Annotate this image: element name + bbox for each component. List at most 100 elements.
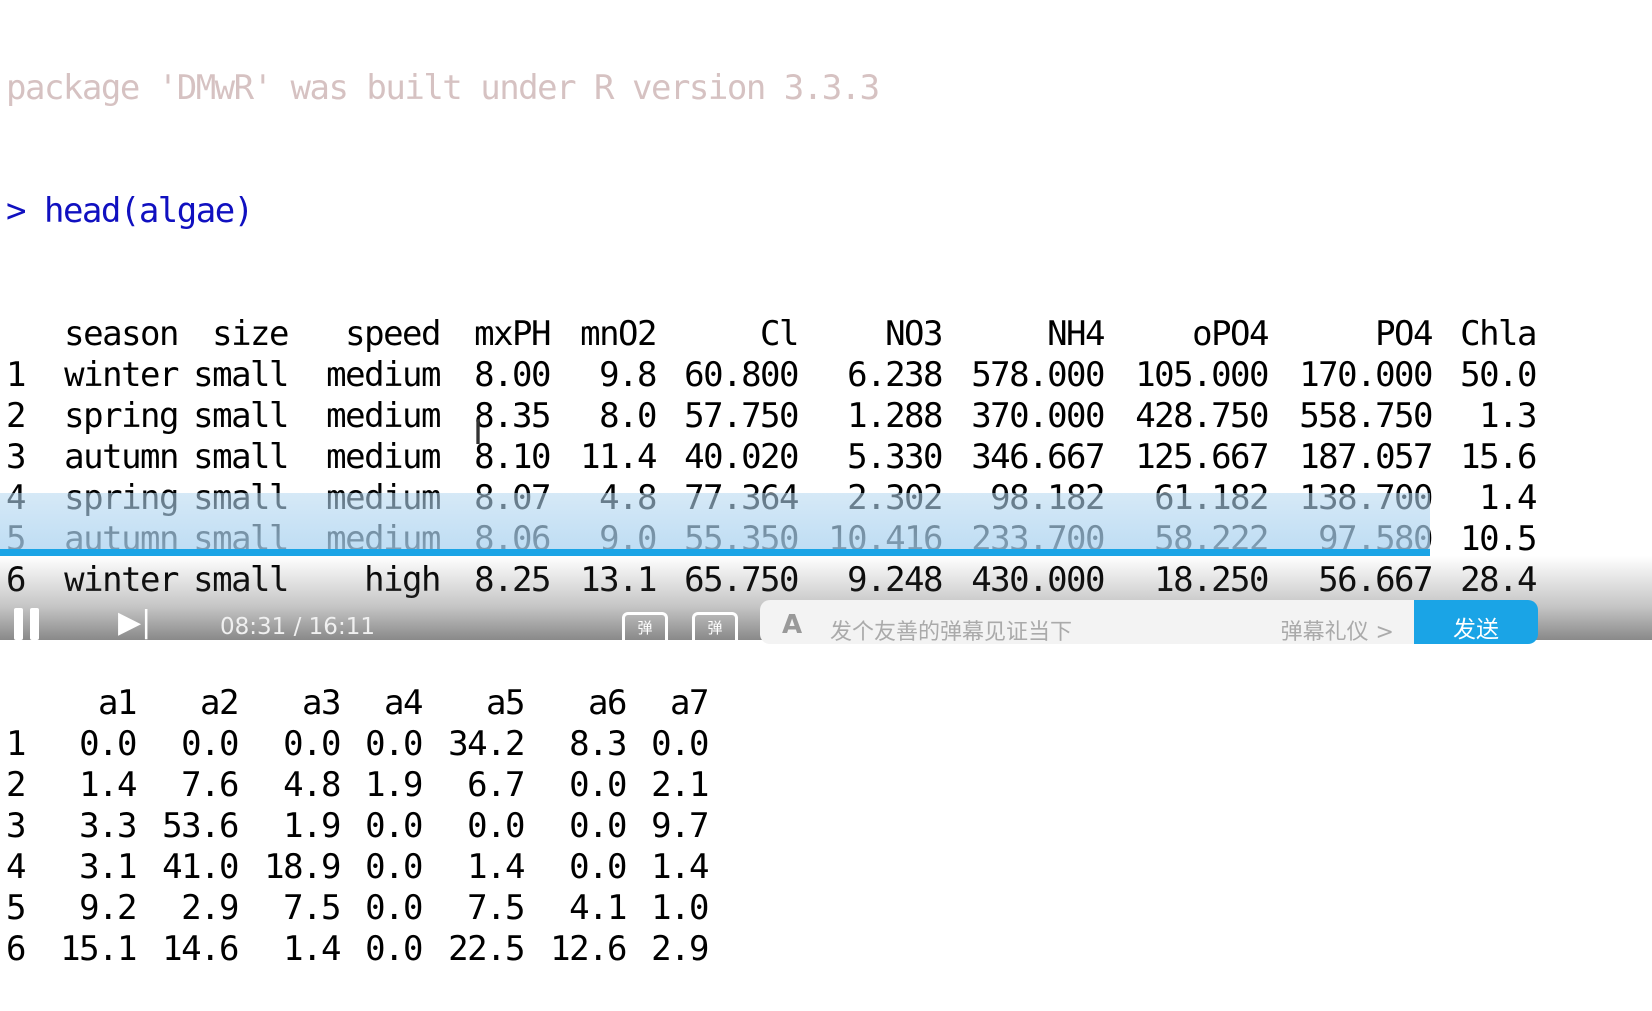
table-cell: 2.9 (651, 929, 709, 969)
danmu-etiquette-link[interactable]: 弹幕礼仪 > (1281, 614, 1394, 646)
table-row: 3 3.3 53.6 1.9 0.0 0.0 0.0 9.7 (6, 806, 1536, 847)
table-cell: 7.5 (283, 888, 341, 928)
command-text: head(algae) (43, 191, 254, 231)
table-cell: 0.0 (651, 724, 709, 764)
row-index: 5 (6, 888, 26, 928)
table-cell: 57.750 (684, 396, 799, 436)
table-cell: 18.9 (264, 847, 341, 887)
table-cell: 1.4 (467, 847, 525, 887)
table-cell: 558.750 (1299, 396, 1433, 436)
table-cell: 7.5 (467, 888, 525, 928)
table-cell: 34.2 (448, 724, 525, 764)
table-cell: 0.0 (79, 724, 137, 764)
row-index: 1 (6, 355, 26, 395)
pause-icon[interactable] (14, 608, 42, 640)
faded-output-line: package 'DMwR' was built under R version… (6, 68, 880, 108)
column-header: oPO4 (1192, 314, 1269, 354)
table-cell: 0.0 (365, 847, 423, 887)
row-index: 1 (6, 724, 26, 764)
table-cell: 60.800 (684, 355, 799, 395)
table-cell: 1.288 (847, 396, 943, 436)
table-row: 1 winter small medium 8.00 9.8 60.800 6.238 578.… (6, 355, 1538, 396)
column-header: speed (345, 314, 441, 354)
table-cell: 578.000 (971, 355, 1105, 395)
column-header: size (212, 314, 289, 354)
danmu-input[interactable]: A 发个友善的弹幕见证当下 弹幕礼仪 > (760, 600, 1414, 646)
time-separator: / (293, 614, 302, 640)
table-row: 5 9.2 2.9 7.5 0.0 7.5 4.1 1.0 (6, 888, 1536, 929)
table-cell: 12.6 (550, 929, 627, 969)
column-header: a6 (588, 683, 627, 723)
table-cell: 187.057 (1299, 437, 1433, 477)
table-cell: 1.4 (79, 765, 137, 805)
table-cell: 0.0 (365, 888, 423, 928)
table-row: 2 1.4 7.6 4.8 1.9 6.7 0.0 2.1 (6, 765, 1536, 806)
table-cell: 170.000 (1299, 355, 1433, 395)
algae-table-frequencies: a1 a2 a3 a4 a5 a6 a7 1 0.0 0.0 0.0 0.0 34.2 8.3 0.0 2 1.… (6, 683, 1536, 970)
danmu-settings-icon[interactable]: 弹 (692, 612, 738, 648)
column-header: mxPH (474, 314, 551, 354)
column-header: a2 (200, 683, 239, 723)
column-header: NO3 (885, 314, 943, 354)
column-header: a3 (302, 683, 341, 723)
table-cell: 346.667 (971, 437, 1105, 477)
table-cell: spring (64, 396, 179, 436)
table-cell: 5.330 (847, 437, 943, 477)
table-cell: 9.8 (599, 355, 657, 395)
progress-bar[interactable] (0, 549, 1430, 556)
column-header: a5 (486, 683, 525, 723)
danmu-toggle-label: 弹 (637, 619, 653, 637)
table-cell: 1.0 (651, 888, 709, 928)
table-cell: 8.35 (474, 396, 551, 436)
table-cell: 10.5 (1460, 519, 1537, 559)
table-cell: 8.3 (569, 724, 627, 764)
table-cell: 3.1 (79, 847, 137, 887)
table-cell: 50.0 (1460, 355, 1537, 395)
row-index: 4 (6, 847, 26, 887)
table-cell: 0.0 (467, 806, 525, 846)
table-cell: 1.4 (283, 929, 341, 969)
table-cell: 4.8 (283, 765, 341, 805)
table-cell: 15.1 (60, 929, 137, 969)
table-cell: medium (326, 437, 441, 477)
table-cell: 6.7 (467, 765, 525, 805)
table-cell: 8.00 (474, 355, 551, 395)
danmu-settings-label: 弹 (707, 619, 723, 637)
table-cell: 0.0 (365, 806, 423, 846)
column-header: Chla (1460, 314, 1537, 354)
table-row: 6 15.1 14.6 1.4 0.0 22.5 12.6 2.9 (6, 929, 1536, 970)
danmu-toggle-icon[interactable]: 弹 (622, 612, 668, 648)
table-row: 2 spring small medium 8.35 8.0 57.750 1.288 370.… (6, 396, 1538, 437)
table-cell: 0.0 (365, 724, 423, 764)
table-cell: medium (326, 396, 441, 436)
table-cell: 1.9 (283, 806, 341, 846)
table-cell: 0.0 (365, 929, 423, 969)
table-cell: 0.0 (283, 724, 341, 764)
table-cell: small (193, 355, 289, 395)
table-cell: 3.3 (79, 806, 137, 846)
table-cell: 14.6 (162, 929, 239, 969)
table-cell: 1.4 (1479, 478, 1537, 518)
table-cell: 4.1 (569, 888, 627, 928)
table-header-row: season size speed mxPH mnO2 Cl NO3 NH4 oPO4 PO4 Ch… (6, 314, 1537, 355)
column-header: a4 (384, 683, 423, 723)
table-cell: 40.020 (684, 437, 799, 477)
table-cell: 41.0 (162, 847, 239, 887)
table-cell: 428.750 (1135, 396, 1269, 436)
next-icon[interactable]: ▶| (118, 608, 151, 638)
table-cell: 2.9 (181, 888, 239, 928)
table-cell: medium (326, 355, 441, 395)
table-cell: 8.0 (599, 396, 657, 436)
row-index: 2 (6, 396, 26, 436)
table-cell: 9.2 (79, 888, 137, 928)
table-cell: 1.4 (651, 847, 709, 887)
table-cell: small (193, 437, 289, 477)
font-style-icon[interactable]: A (782, 610, 802, 640)
table-cell: 8.10 (474, 437, 551, 477)
send-button[interactable]: 发送 (1414, 600, 1538, 644)
table-cell: 9.7 (651, 806, 709, 846)
table-cell: 22.5 (448, 929, 525, 969)
table-cell: 53.6 (162, 806, 239, 846)
table-cell: 0.0 (569, 847, 627, 887)
table-cell: 15.6 (1460, 437, 1537, 477)
